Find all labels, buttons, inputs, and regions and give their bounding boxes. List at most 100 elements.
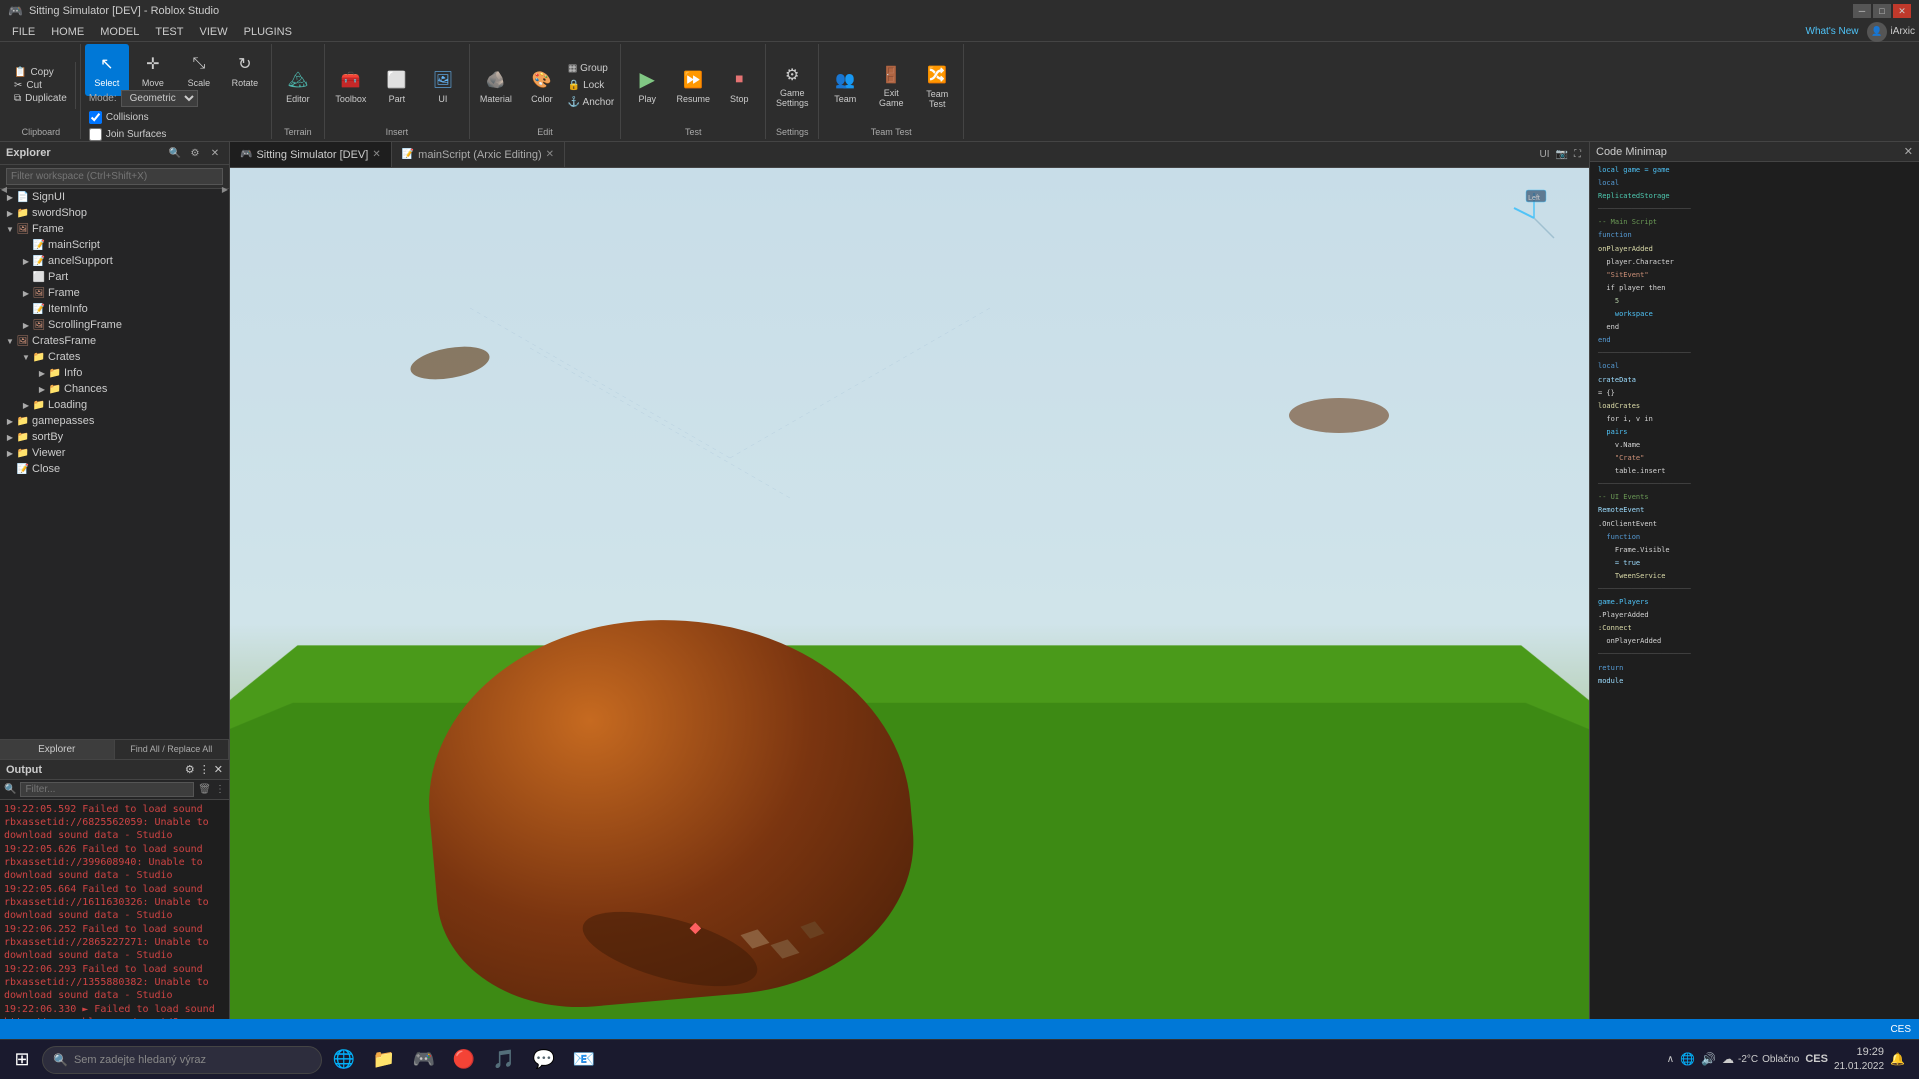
output-clear-btn[interactable]: 🗑 [198, 784, 211, 795]
join-surfaces-check[interactable]: Join Surfaces [89, 126, 267, 143]
tree-item-part[interactable]: ▶ ⬜ Part [0, 269, 229, 285]
tree-item-chances[interactable]: ▶ 📁 Chances [0, 381, 229, 397]
tray-expand-icon[interactable]: ∧ [1667, 1054, 1674, 1065]
tray-notification-icon[interactable]: 🔔 [1890, 1052, 1905, 1066]
output-filter-input[interactable] [20, 782, 194, 797]
exit-game-button[interactable]: 🚪 ExitGame [869, 60, 913, 112]
cut-button[interactable]: ✂ Cut [12, 79, 69, 92]
tree-item-frame2[interactable]: ▶ 🖼 Frame [0, 285, 229, 301]
taskbar-search[interactable]: 🔍 Sem zadejte hledaný výraz [42, 1046, 322, 1074]
tree-arrow-crates[interactable]: ▼ [20, 351, 32, 363]
vp-tab-simulator[interactable]: 🎮 Sitting Simulator [DEV] ✕ [230, 142, 392, 167]
tree-item-scrollingframe[interactable]: ▶ 🖼 ScrollingFrame [0, 317, 229, 333]
menu-test[interactable]: TEST [147, 24, 191, 40]
tree-arrow-gamepasses[interactable]: ▶ [4, 415, 16, 427]
tree-item-cratesframe[interactable]: ▼ 🖼 CratesFrame [0, 333, 229, 349]
tree-arrow-info[interactable]: ▶ [36, 367, 48, 379]
group-button[interactable]: ▦ Group [566, 61, 616, 76]
compass-nav[interactable]: Left [1504, 188, 1564, 248]
tree-arrow-frame[interactable]: ▼ [4, 223, 16, 235]
weather-info[interactable]: ☁ -2°C Oblačno [1722, 1052, 1799, 1066]
output-more2-btn[interactable]: ⋮ [215, 784, 225, 795]
maximize-button[interactable]: □ [1873, 4, 1891, 18]
system-clock[interactable]: 19:29 21.01.2022 [1834, 1045, 1884, 1074]
tray-network-icon[interactable]: 🌐 [1680, 1052, 1695, 1066]
output-settings-btn[interactable]: ⚙ [185, 763, 195, 776]
tree-item-swordshop[interactable]: ▶ 📁 swordShop [0, 205, 229, 221]
menu-model[interactable]: MODEL [92, 24, 147, 40]
tree-item-crates[interactable]: ▼ 📁 Crates [0, 349, 229, 365]
viewport-ui-toggle[interactable]: UI [1540, 149, 1550, 160]
tree-item-frame[interactable]: ▼ 🖼 Frame [0, 221, 229, 237]
menu-plugins[interactable]: PLUGINS [236, 24, 300, 40]
toolbox-button[interactable]: 🧰 Toolbox [329, 60, 373, 112]
tree-arrow-viewer[interactable]: ▶ [4, 447, 16, 459]
taskbar-app7[interactable]: 📧 [566, 1042, 602, 1078]
tree-arrow-chances[interactable]: ▶ [36, 383, 48, 395]
tree-item-mainscript[interactable]: ▶ 📝 mainScript [0, 237, 229, 253]
part-button[interactable]: ⬜ Part [375, 60, 419, 112]
collisions-check[interactable]: Collisions [89, 109, 267, 126]
tree-item-close[interactable]: ▶ 📝 Close [0, 461, 229, 477]
output-close-btn[interactable]: ✕ [214, 763, 223, 776]
lock-button[interactable]: 🔒 Lock [566, 78, 616, 93]
play-button[interactable]: ▶ Play [625, 60, 669, 112]
vp-tab-close-sim[interactable]: ✕ [372, 149, 380, 160]
collisions-checkbox[interactable] [89, 111, 102, 124]
anchor-button[interactable]: ⚓ Anchor [566, 95, 616, 110]
resume-button[interactable]: ⏩ Resume [671, 60, 715, 112]
tab-explorer[interactable]: Explorer [0, 740, 115, 759]
stop-button[interactable]: ⏹ Stop [717, 60, 761, 112]
ui-button[interactable]: 🖼 UI [421, 60, 465, 112]
start-button[interactable]: ⊞ [6, 1044, 38, 1076]
taskbar-edge[interactable]: 🌐 [326, 1042, 362, 1078]
tree-item-signui[interactable]: ▶ 📄 SignUI [0, 189, 229, 205]
taskbar-roblox[interactable]: 🎮 [406, 1042, 442, 1078]
copy-button[interactable]: 📋 Copy [12, 66, 69, 79]
tray-sound-icon[interactable]: 🔊 [1701, 1052, 1716, 1066]
taskbar-app4[interactable]: 🔴 [446, 1042, 482, 1078]
menu-view[interactable]: VIEW [191, 24, 235, 40]
duplicate-button[interactable]: ⧉ Duplicate [12, 92, 69, 105]
whats-new-link[interactable]: What's New [1806, 26, 1859, 37]
color-button[interactable]: 🎨 Color [520, 60, 564, 112]
tree-item-loading[interactable]: ▶ 📁 Loading [0, 397, 229, 413]
minimize-button[interactable]: ─ [1853, 4, 1871, 18]
tree-arrow-frame2[interactable]: ▶ [20, 287, 32, 299]
join-surfaces-checkbox[interactable] [89, 128, 102, 141]
explorer-settings-btn[interactable]: ⚙ [187, 145, 203, 161]
mode-dropdown[interactable]: Geometric [121, 90, 198, 107]
tree-item-sortby[interactable]: ▶ 📁 sortBy [0, 429, 229, 445]
tree-arrow-loading[interactable]: ▶ [20, 399, 32, 411]
taskbar-app5[interactable]: 🎵 [486, 1042, 522, 1078]
vp-tab-script[interactable]: 📝 mainScript (Arxic Editing) ✕ [392, 142, 565, 167]
menu-file[interactable]: FILE [4, 24, 43, 40]
tree-item-ancelsupport[interactable]: ▶ 📝 ancelSupport [0, 253, 229, 269]
output-more-btn[interactable]: ⋮ [199, 763, 210, 776]
taskbar-app6[interactable]: 💬 [526, 1042, 562, 1078]
game-settings-button[interactable]: ⚙ GameSettings [770, 60, 814, 112]
tree-item-info[interactable]: ▶ 📁 Info [0, 365, 229, 381]
close-button[interactable]: ✕ [1893, 4, 1911, 18]
material-button[interactable]: 🪨 Material [474, 60, 518, 112]
team-button[interactable]: 👥 Team [823, 60, 867, 112]
taskbar-files[interactable]: 📁 [366, 1042, 402, 1078]
tree-arrow-ancelsupport[interactable]: ▶ [20, 255, 32, 267]
tree-item-gamepasses[interactable]: ▶ 📁 gamepasses [0, 413, 229, 429]
viewport-camera-icon[interactable]: 📷 [1556, 149, 1568, 160]
tree-item-viewer[interactable]: ▶ 📁 Viewer [0, 445, 229, 461]
tab-find-replace[interactable]: Find All / Replace All [115, 740, 230, 759]
tree-item-iteminfo[interactable]: ▶ 📝 ItemInfo [0, 301, 229, 317]
tree-arrow-sortby[interactable]: ▶ [4, 431, 16, 443]
editor-button[interactable]: 🏔 Editor [276, 60, 320, 112]
team-test-button[interactable]: 🔀 Team Test [915, 60, 959, 112]
code-close-btn[interactable]: ✕ [1904, 145, 1913, 158]
viewport-expand-icon[interactable]: ⛶ [1574, 149, 1581, 160]
tree-arrow-swordshop[interactable]: ▶ [4, 207, 16, 219]
explorer-close-btn[interactable]: ✕ [207, 145, 223, 161]
tree-arrow-scrollingframe[interactable]: ▶ [20, 319, 32, 331]
tree-arrow-cratesframe[interactable]: ▼ [4, 335, 16, 347]
menu-home[interactable]: HOME [43, 24, 92, 40]
explorer-filter-btn[interactable]: 🔍 [167, 145, 183, 161]
filter-input[interactable] [6, 168, 223, 185]
